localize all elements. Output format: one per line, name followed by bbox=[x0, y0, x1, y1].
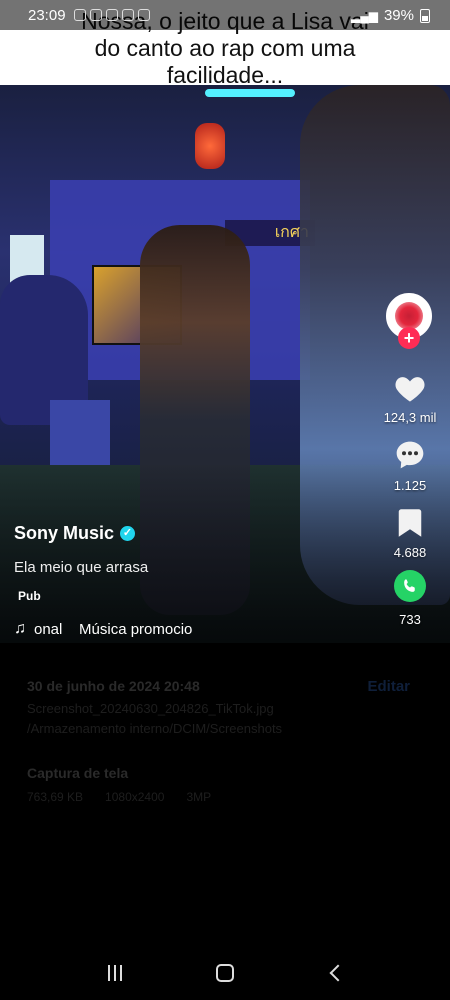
caption-line-3: facilidade... bbox=[166, 62, 284, 85]
ad-badge: Pub bbox=[18, 589, 41, 603]
file-resolution: 1080x2400 bbox=[105, 790, 165, 804]
share-button[interactable]: 733 bbox=[370, 570, 450, 627]
whatsapp-icon bbox=[394, 570, 426, 602]
phone-icon bbox=[404, 579, 415, 592]
recent-apps-button[interactable] bbox=[95, 953, 135, 993]
verified-icon: ✓ bbox=[120, 526, 136, 541]
home-icon bbox=[216, 963, 234, 982]
music-note-icon: ♫ bbox=[14, 620, 26, 637]
file-size: 763,69 KB bbox=[27, 790, 84, 804]
save-count: 4.688 bbox=[393, 545, 427, 560]
edit-button[interactable]: Editar bbox=[367, 678, 410, 695]
action-rail: + 124,3 mil 1.125 4.688 733 bbox=[370, 85, 450, 643]
crate bbox=[50, 400, 110, 465]
image-details-panel: 30 de junho de 2024 20:48 Editar Screens… bbox=[0, 643, 450, 943]
video-description[interactable]: Ela meio que arrasa bbox=[14, 559, 148, 576]
recent-apps-icon bbox=[108, 964, 122, 981]
file-path: /Armazenamento interno/DCIM/Screenshots bbox=[27, 721, 283, 736]
username-text: Sony Music bbox=[14, 523, 115, 543]
like-button[interactable]: 124,3 mil bbox=[370, 373, 450, 425]
music-ticker[interactable]: ♫ onal Música promocio bbox=[14, 620, 224, 638]
status-time: 23:09 bbox=[28, 7, 66, 24]
share-count: 733 bbox=[399, 612, 421, 627]
heart-icon bbox=[395, 377, 425, 402]
file-meta: 763,69 KB 1080x2400 3MP bbox=[27, 790, 211, 804]
neon-light bbox=[205, 89, 295, 97]
home-button[interactable] bbox=[205, 953, 245, 993]
status-bar: 23:09 ▂▄▆ 39% bbox=[0, 0, 450, 30]
comment-icon bbox=[396, 441, 424, 469]
navigation-bar bbox=[0, 945, 450, 1000]
image-type: Captura de tela bbox=[27, 765, 129, 781]
red-lantern bbox=[195, 123, 225, 169]
creator-username[interactable]: Sony Music ✓ bbox=[14, 523, 136, 544]
back-icon bbox=[329, 964, 347, 981]
battery-icon bbox=[420, 8, 430, 23]
notification-icon bbox=[138, 9, 150, 21]
music-text: onal Música promocio bbox=[34, 620, 193, 638]
notification-icon bbox=[90, 9, 102, 21]
file-name: Screenshot_20240630_204826_TikTok.jpg bbox=[27, 701, 274, 716]
notification-icon bbox=[74, 9, 86, 21]
like-count: 124,3 mil bbox=[383, 410, 437, 425]
save-button[interactable]: 4.688 bbox=[370, 508, 450, 560]
capture-date: 30 de junho de 2024 20:48 bbox=[27, 678, 200, 694]
signal-icon: ▂▄▆ bbox=[351, 8, 378, 23]
notification-icons bbox=[74, 9, 150, 21]
battery-percent: 39% bbox=[383, 7, 414, 24]
caption-line-2: do canto ao rap com uma bbox=[94, 35, 356, 61]
sony-music-logo bbox=[395, 302, 423, 330]
video-player[interactable]: เกศา + 124,3 mil 1.125 4.688 733 Sony Mu… bbox=[0, 85, 450, 643]
follow-button[interactable]: + bbox=[398, 327, 420, 349]
back-button[interactable] bbox=[315, 953, 355, 993]
file-megapixels: 3MP bbox=[186, 790, 212, 804]
system-icons: ▂▄▆ 39% bbox=[351, 7, 430, 24]
notification-icon bbox=[106, 9, 118, 21]
comment-count: 1.125 bbox=[393, 478, 427, 493]
caption-area: Nossa, o jeito que a Lisa vai do canto a… bbox=[0, 0, 450, 85]
notification-icon bbox=[122, 9, 134, 21]
comment-button[interactable]: 1.125 bbox=[370, 439, 450, 493]
bookmark-icon bbox=[398, 509, 422, 537]
